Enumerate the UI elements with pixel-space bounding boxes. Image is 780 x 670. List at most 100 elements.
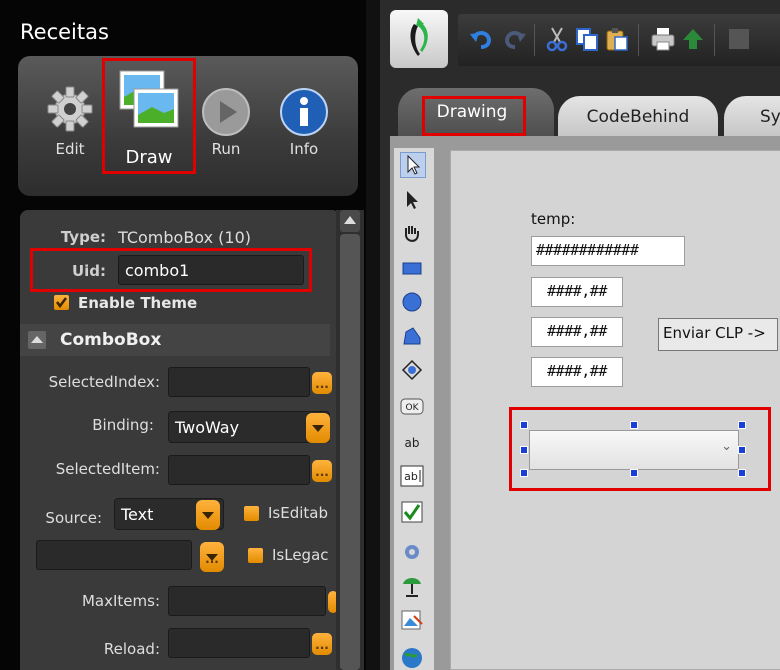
selected-index-browse-button[interactable]: ...: [312, 372, 332, 394]
resize-handle[interactable]: [738, 446, 746, 454]
toolbar-separator: [714, 24, 715, 56]
connector-icon: [401, 359, 423, 381]
toolbar-separator: [638, 24, 639, 56]
resize-handle[interactable]: [520, 446, 528, 454]
tab-drawing[interactable]: Drawing: [398, 88, 554, 140]
main-toolbar: [458, 14, 780, 66]
reload-browse-button[interactable]: ...: [312, 633, 332, 655]
image-tool[interactable]: [400, 540, 426, 566]
source-value-input[interactable]: [36, 540, 192, 570]
gear-icon: [47, 86, 93, 132]
enable-theme-checkbox[interactable]: [54, 295, 69, 310]
cursor-icon: [407, 154, 421, 175]
run-label: Run: [211, 140, 241, 158]
is-legacy-label: IsLegac: [272, 546, 329, 564]
app-logo-button[interactable]: [390, 10, 448, 68]
rectangle-tool[interactable]: [400, 256, 426, 282]
scissors-icon[interactable]: [544, 26, 570, 52]
designer-area: Drawing CodeBehind Sy OK ab ab temp: ###…: [380, 0, 780, 670]
temp-field-4[interactable]: ####,##: [531, 357, 623, 387]
pan-tool[interactable]: [400, 222, 426, 248]
info-label: Info: [289, 140, 319, 158]
run-button[interactable]: Run: [198, 84, 254, 184]
selected-index-input[interactable]: [168, 367, 310, 397]
undo-icon[interactable]: [468, 26, 494, 52]
paste-icon[interactable]: [604, 26, 630, 52]
panel-title: Receitas: [20, 20, 109, 44]
ok-button-icon: OK: [400, 398, 424, 415]
resize-handle[interactable]: [630, 421, 638, 429]
ellipse-tool[interactable]: [400, 290, 426, 316]
direct-select-tool[interactable]: [400, 188, 426, 214]
reload-label: Reload:: [103, 640, 160, 658]
selected-item-label: SelectedItem:: [55, 460, 160, 478]
send-clp-button[interactable]: Enviar CLP ->: [658, 318, 778, 351]
redo-icon[interactable]: [502, 26, 528, 52]
checkmark-icon: [56, 297, 67, 309]
collapse-icon[interactable]: [28, 331, 46, 349]
resize-handle[interactable]: [738, 421, 746, 429]
source-dropdown-arrow[interactable]: [196, 500, 220, 530]
scroll-thumb[interactable]: [340, 234, 360, 670]
connector-tool[interactable]: [400, 358, 426, 384]
type-value: TComboBox (10): [118, 228, 251, 247]
picture-icon: [401, 610, 423, 630]
textbox-tool[interactable]: ab: [400, 464, 426, 490]
temp-label[interactable]: temp:: [531, 210, 575, 228]
combobox-section-header[interactable]: ComboBox: [20, 324, 330, 356]
resize-handle[interactable]: [520, 421, 528, 429]
selected-item-browse-button[interactable]: ...: [312, 460, 332, 482]
is-legacy-checkbox[interactable]: [248, 548, 263, 563]
max-items-input[interactable]: [168, 586, 326, 616]
copy-icon[interactable]: [574, 26, 600, 52]
tab-sys-label: Sy: [760, 107, 780, 127]
source-value-browse[interactable]: ...: [200, 542, 224, 572]
info-icon: [280, 88, 328, 136]
text-label-icon: ab: [405, 436, 420, 450]
symbol-tool[interactable]: [400, 574, 426, 600]
section-title: ComboBox: [60, 330, 162, 350]
uid-highlight: [30, 248, 312, 292]
temp-field-3[interactable]: ####,##: [531, 317, 623, 347]
search-icon[interactable]: [726, 26, 752, 52]
button-tool[interactable]: OK: [400, 394, 426, 420]
temp-field-2[interactable]: ####,##: [531, 277, 623, 307]
select-tool[interactable]: [400, 152, 426, 178]
draw-label: Draw: [125, 147, 173, 168]
checkbox-icon: [401, 501, 423, 523]
is-editable-checkbox[interactable]: [244, 506, 259, 521]
gear-image-icon: [405, 545, 419, 559]
resize-handle[interactable]: [630, 469, 638, 477]
polygon-icon: [403, 327, 421, 345]
max-items-label: MaxItems:: [81, 592, 160, 610]
selected-item-input[interactable]: [168, 455, 310, 485]
play-icon: [202, 88, 250, 136]
label-tool[interactable]: ab: [400, 430, 426, 456]
scroll-up-button[interactable]: [340, 210, 360, 232]
polygon-tool[interactable]: [400, 324, 426, 350]
source-label: Source:: [45, 509, 102, 527]
properties-scrollbar[interactable]: [336, 210, 364, 670]
arrow-icon: [407, 191, 418, 209]
draw-button[interactable]: Draw: [102, 58, 196, 174]
logo-icon: [410, 18, 428, 56]
edit-button[interactable]: Edit: [40, 84, 100, 184]
picture-tool[interactable]: [400, 608, 426, 634]
panel-splitter[interactable]: [366, 0, 380, 670]
printer-icon[interactable]: [650, 26, 676, 52]
up-arrow-icon[interactable]: [680, 26, 706, 52]
symbol-icon: [403, 578, 421, 597]
resize-handle[interactable]: [738, 469, 746, 477]
design-surface[interactable]: temp: ############ ####,## ####,## ####,…: [450, 150, 780, 670]
checkbox-tool[interactable]: [400, 500, 426, 526]
binding-dropdown-arrow[interactable]: [306, 413, 330, 443]
info-button[interactable]: Info: [274, 84, 334, 184]
temp-field-1[interactable]: ############: [531, 236, 685, 266]
combo1-control[interactable]: ⌄: [529, 430, 739, 470]
reload-input[interactable]: [168, 628, 310, 658]
web-tool[interactable]: [400, 646, 426, 670]
resize-handle[interactable]: [520, 469, 528, 477]
binding-label: Binding:: [92, 416, 154, 434]
properties-grid: Type: TComboBox (10) Uid: combo1 Enable …: [20, 210, 340, 670]
svg-text:ab: ab: [404, 470, 418, 483]
